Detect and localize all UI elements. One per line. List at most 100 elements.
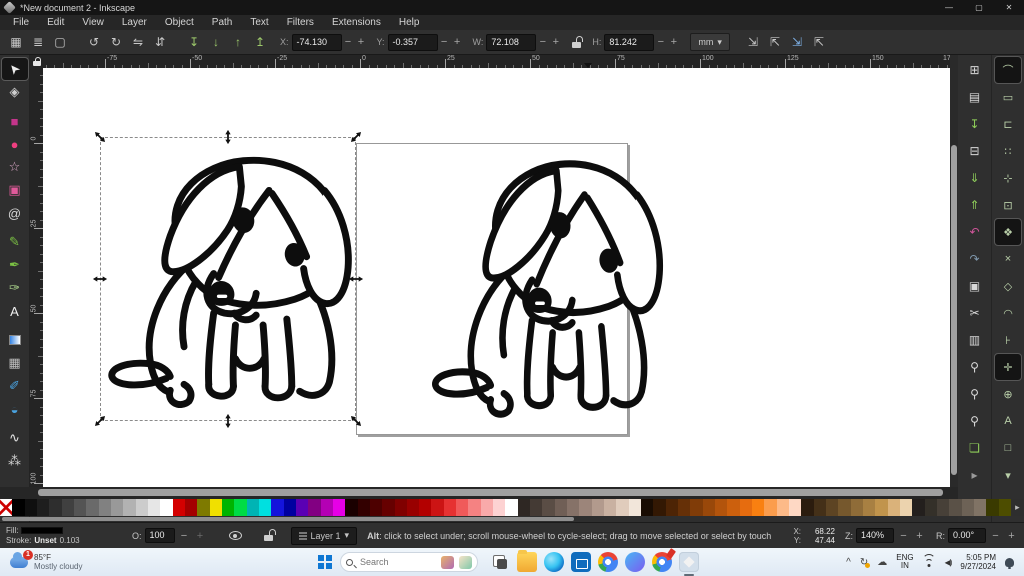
spray-tool[interactable]: ⁂: [2, 450, 28, 472]
palette-swatch[interactable]: [826, 499, 838, 516]
palette-swatch[interactable]: [949, 499, 961, 516]
palette-swatch[interactable]: [136, 499, 148, 516]
palette-swatch[interactable]: [234, 499, 246, 516]
taskbar-app-file-explorer[interactable]: [517, 552, 537, 572]
canvas[interactable]: [43, 68, 950, 487]
taskbar-search[interactable]: [340, 552, 478, 572]
menu-view[interactable]: View: [73, 15, 113, 30]
taskbar-app-inkscape-app[interactable]: [679, 552, 699, 572]
opacity-decrease[interactable]: −: [178, 530, 191, 542]
opacity-increase[interactable]: +: [194, 530, 207, 542]
scale-stroke-toggle[interactable]: ⇲: [742, 32, 764, 52]
palette-swatch[interactable]: [690, 499, 702, 516]
taskbar-app-task-view[interactable]: [490, 552, 510, 572]
selection-scale-handle[interactable]: [348, 413, 364, 429]
selection-scale-handle[interactable]: [92, 413, 108, 429]
rotation-decrease[interactable]: −: [989, 530, 1002, 542]
language-indicator[interactable]: ENGIN: [896, 554, 913, 570]
palette-swatch[interactable]: [937, 499, 949, 516]
width-input[interactable]: 72.108: [486, 34, 536, 51]
x-position-increase[interactable]: +: [355, 36, 368, 48]
palette-swatch[interactable]: [653, 499, 665, 516]
zoom-input[interactable]: 140%: [856, 528, 894, 543]
selector-tool[interactable]: ➤: [2, 58, 28, 80]
scale-corners-toggle[interactable]: ⇱: [764, 32, 786, 52]
search-highlight-image[interactable]: [441, 556, 454, 569]
layer-visibility-eye-icon[interactable]: [229, 531, 242, 540]
x-position-decrease[interactable]: −: [342, 36, 355, 48]
palette-swatch[interactable]: [333, 499, 345, 516]
node-tool[interactable]: ◈: [2, 81, 28, 103]
fill-swatch[interactable]: [21, 527, 63, 534]
palette-swatch[interactable]: [37, 499, 49, 516]
ellipse-tool[interactable]: ●: [2, 133, 28, 155]
palette-swatch[interactable]: [567, 499, 579, 516]
palette-swatch[interactable]: [851, 499, 863, 516]
palette-swatch[interactable]: [308, 499, 320, 516]
rectangle-tool[interactable]: ■: [2, 110, 28, 132]
zoom-selection[interactable]: ⚲: [962, 354, 988, 380]
palette-swatch[interactable]: [148, 499, 160, 516]
palette-swatch[interactable]: [395, 499, 407, 516]
calligraphy-tool[interactable]: ✑: [2, 277, 28, 299]
palette-swatch[interactable]: [962, 499, 974, 516]
palette-swatch[interactable]: [530, 499, 542, 516]
save-document[interactable]: ↧: [962, 111, 988, 137]
taskbar-app-chrome-profile[interactable]: [652, 552, 672, 572]
search-input[interactable]: [358, 556, 436, 568]
palette-swatch[interactable]: [160, 499, 172, 516]
palette-swatch[interactable]: [777, 499, 789, 516]
menu-extensions[interactable]: Extensions: [323, 15, 390, 30]
palette-swatch[interactable]: [25, 499, 37, 516]
palette-swatch[interactable]: [12, 499, 24, 516]
palette-swatch[interactable]: [123, 499, 135, 516]
palette-swatch-none[interactable]: [0, 499, 12, 516]
palette-swatch[interactable]: [247, 499, 259, 516]
palette-swatch[interactable]: [542, 499, 554, 516]
rotation-input[interactable]: 0.00°: [948, 528, 986, 543]
move-gradients-toggle[interactable]: ⇲: [786, 32, 808, 52]
palette-swatch[interactable]: [703, 499, 715, 516]
raise-to-top-icon[interactable]: ↥: [249, 32, 271, 52]
wifi-icon[interactable]: [923, 557, 936, 567]
zoom-drawing[interactable]: ⚲: [962, 381, 988, 407]
palette-swatch[interactable]: [49, 499, 61, 516]
palette-swatch[interactable]: [875, 499, 887, 516]
lock-guides-toggle[interactable]: [30, 55, 43, 68]
import-image[interactable]: ⇓: [962, 165, 988, 191]
mesh-gradient-tool[interactable]: ▦: [2, 352, 28, 374]
palette-swatch[interactable]: [210, 499, 222, 516]
horizontal-scrollbar[interactable]: [0, 487, 1024, 499]
palette-swatch[interactable]: [407, 499, 419, 516]
palette-swatch[interactable]: [173, 499, 185, 516]
vertical-ruler[interactable]: 0255075100: [30, 68, 43, 487]
horizontal-ruler[interactable]: -75-50-250255075100125150175: [43, 55, 950, 68]
height-increase[interactable]: +: [667, 36, 680, 48]
duplicate[interactable]: ▣: [962, 273, 988, 299]
more-snap-options[interactable]: ▾: [995, 462, 1021, 488]
palette-swatch[interactable]: [358, 499, 370, 516]
palette-swatch[interactable]: [444, 499, 456, 516]
palette-swatch[interactable]: [99, 499, 111, 516]
palette-swatch[interactable]: [62, 499, 74, 516]
flip-horizontal-icon[interactable]: ⇋: [127, 32, 149, 52]
palette-swatch[interactable]: [197, 499, 209, 516]
height-decrease[interactable]: −: [654, 36, 667, 48]
zoom-page[interactable]: ⚲: [962, 408, 988, 434]
fill-stroke-dialog[interactable]: ❏: [962, 435, 988, 461]
y-position-increase[interactable]: +: [451, 36, 464, 48]
palette-swatch[interactable]: [863, 499, 875, 516]
palette-swatch[interactable]: [468, 499, 480, 516]
print-document[interactable]: ⊟: [962, 138, 988, 164]
raise-icon[interactable]: ↑: [227, 32, 249, 52]
palette-swatch[interactable]: [345, 499, 357, 516]
undo[interactable]: ↶: [962, 219, 988, 245]
palette-swatch[interactable]: [641, 499, 653, 516]
palette-scroll-right[interactable]: ▸: [1011, 499, 1024, 516]
palette-swatch[interactable]: [925, 499, 937, 516]
rotate-ccw-icon[interactable]: ↺: [83, 32, 105, 52]
snap-object-centers[interactable]: ✛: [995, 354, 1021, 380]
palette-swatch[interactable]: [666, 499, 678, 516]
minimize-button[interactable]: —: [934, 0, 964, 15]
palette-swatch[interactable]: [678, 499, 690, 516]
